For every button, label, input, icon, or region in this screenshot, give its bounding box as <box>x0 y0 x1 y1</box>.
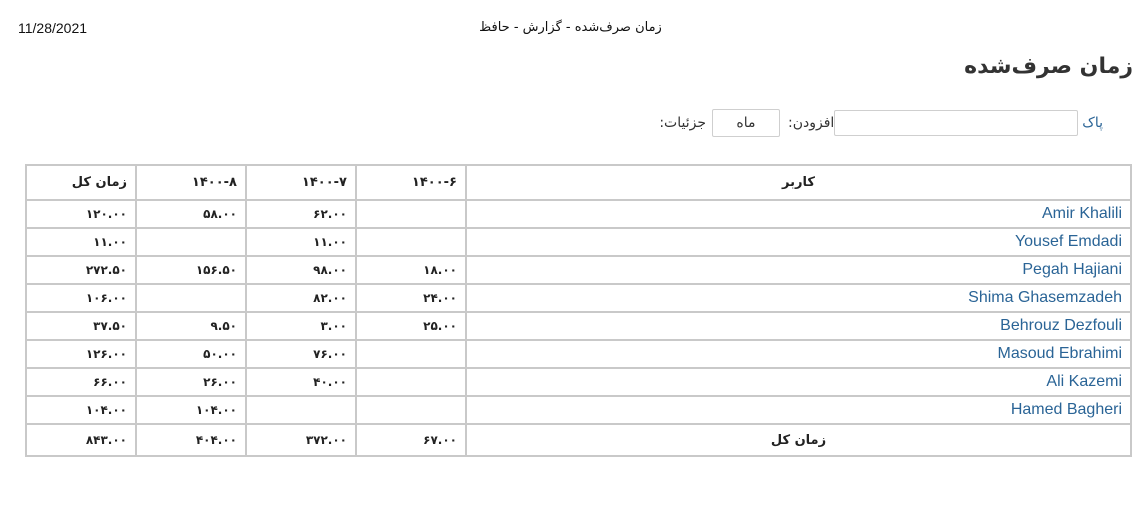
time-report-table: کاربر ۱۴۰۰-۶ ۱۴۰۰-۷ ۱۴۰۰-۸ زمان کل Amir … <box>25 164 1132 457</box>
user-link[interactable]: Hamed Bagheri <box>465 395 1132 425</box>
hours-1400-7: ۷۶.۰۰ <box>245 339 357 369</box>
hours-1400-8 <box>135 227 247 257</box>
total-1400-7: ۳۷۲.۰۰ <box>245 423 357 457</box>
user-link[interactable]: Ali Kazemi <box>465 367 1132 397</box>
totals-label: زمان کل <box>465 423 1132 457</box>
header-period-1400-8[interactable]: ۱۴۰۰-۸ <box>135 164 247 201</box>
hours-1400-6 <box>355 395 467 425</box>
table-row: Ali Kazemi ۴۰.۰۰ ۲۶.۰۰ ۶۶.۰۰ <box>25 367 1132 397</box>
user-link[interactable]: Behrouz Dezfouli <box>465 311 1132 341</box>
hours-total: ۱۱.۰۰ <box>25 227 137 257</box>
header-period-1400-6[interactable]: ۱۴۰۰-۶ <box>355 164 467 201</box>
table-row: Masoud Ebrahimi ۷۶.۰۰ ۵۰.۰۰ ۱۲۶.۰۰ <box>25 339 1132 369</box>
table-row: Shima Ghasemzadeh ۲۴.۰۰ ۸۲.۰۰ ۱۰۶.۰۰ <box>25 283 1132 313</box>
hours-total: ۱۲۰.۰۰ <box>25 199 137 229</box>
header-user[interactable]: کاربر <box>465 164 1132 201</box>
hours-1400-7: ۳.۰۰ <box>245 311 357 341</box>
user-link[interactable]: Amir Khalili <box>465 199 1132 229</box>
clear-link[interactable]: پاک <box>1082 115 1103 131</box>
hours-1400-6 <box>355 199 467 229</box>
hours-1400-6 <box>355 227 467 257</box>
total-1400-8: ۴۰۴.۰۰ <box>135 423 247 457</box>
header-period-1400-7[interactable]: ۱۴۰۰-۷ <box>245 164 357 201</box>
print-title: زمان صرف‌شده - گزارش - حافظ <box>479 20 662 35</box>
hours-total: ۲۷۲.۵۰ <box>25 255 137 285</box>
hours-1400-6: ۲۴.۰۰ <box>355 283 467 313</box>
hours-total: ۱۲۶.۰۰ <box>25 339 137 369</box>
details-label: جزئیات: <box>659 115 706 131</box>
hours-total: ۳۷.۵۰ <box>25 311 137 341</box>
print-header: 11/28/2021 زمان صرف‌شده - گزارش - حافظ <box>0 18 1141 38</box>
hours-1400-6: ۱۸.۰۰ <box>355 255 467 285</box>
hours-total: ۱۰۴.۰۰ <box>25 395 137 425</box>
table-row: Amir Khalili ۶۲.۰۰ ۵۸.۰۰ ۱۲۰.۰۰ <box>25 199 1132 229</box>
add-input[interactable] <box>834 110 1079 136</box>
table-row: Hamed Bagheri ۱۰۴.۰۰ ۱۰۴.۰۰ <box>25 395 1132 425</box>
query-form: جزئیات: ماه افزودن: پاک <box>655 108 1133 138</box>
grand-total: ۸۴۳.۰۰ <box>25 423 137 457</box>
hours-1400-6 <box>355 339 467 369</box>
hours-1400-7: ۶۲.۰۰ <box>245 199 357 229</box>
totals-row: زمان کل ۶۷.۰۰ ۳۷۲.۰۰ ۴۰۴.۰۰ ۸۴۳.۰۰ <box>25 423 1132 457</box>
hours-1400-7: ۱۱.۰۰ <box>245 227 357 257</box>
user-link[interactable]: Shima Ghasemzadeh <box>465 283 1132 313</box>
header-total[interactable]: زمان کل <box>25 164 137 201</box>
hours-1400-8: ۱۰۴.۰۰ <box>135 395 247 425</box>
page-title: زمان صرف‌شده <box>964 54 1133 79</box>
hours-1400-6: ۲۵.۰۰ <box>355 311 467 341</box>
hours-1400-7: ۹۸.۰۰ <box>245 255 357 285</box>
hours-1400-7: ۸۲.۰۰ <box>245 283 357 313</box>
hours-1400-8: ۲۶.۰۰ <box>135 367 247 397</box>
hours-total: ۶۶.۰۰ <box>25 367 137 397</box>
table-row: Behrouz Dezfouli ۲۵.۰۰ ۳.۰۰ ۹.۵۰ ۳۷.۵۰ <box>25 311 1132 341</box>
user-link[interactable]: Pegah Hajiani <box>465 255 1132 285</box>
total-1400-6: ۶۷.۰۰ <box>355 423 467 457</box>
hours-1400-8: ۹.۵۰ <box>135 311 247 341</box>
hours-1400-8 <box>135 283 247 313</box>
table-row: Yousef Emdadi ۱۱.۰۰ ۱۱.۰۰ <box>25 227 1132 257</box>
add-label: افزودن: <box>787 115 835 131</box>
hours-total: ۱۰۶.۰۰ <box>25 283 137 313</box>
user-link[interactable]: Masoud Ebrahimi <box>465 339 1132 369</box>
hours-1400-8: ۵۰.۰۰ <box>135 339 247 369</box>
user-link[interactable]: Yousef Emdadi <box>465 227 1132 257</box>
hours-1400-6 <box>355 367 467 397</box>
table-row: Pegah Hajiani ۱۸.۰۰ ۹۸.۰۰ ۱۵۶.۵۰ ۲۷۲.۵۰ <box>25 255 1132 285</box>
table-header-row: کاربر ۱۴۰۰-۶ ۱۴۰۰-۷ ۱۴۰۰-۸ زمان کل <box>25 164 1132 201</box>
hours-1400-7 <box>245 395 357 425</box>
period-select[interactable]: ماه <box>711 109 780 137</box>
hours-1400-8: ۵۸.۰۰ <box>135 199 247 229</box>
hours-1400-8: ۱۵۶.۵۰ <box>135 255 247 285</box>
hours-1400-7: ۴۰.۰۰ <box>245 367 357 397</box>
